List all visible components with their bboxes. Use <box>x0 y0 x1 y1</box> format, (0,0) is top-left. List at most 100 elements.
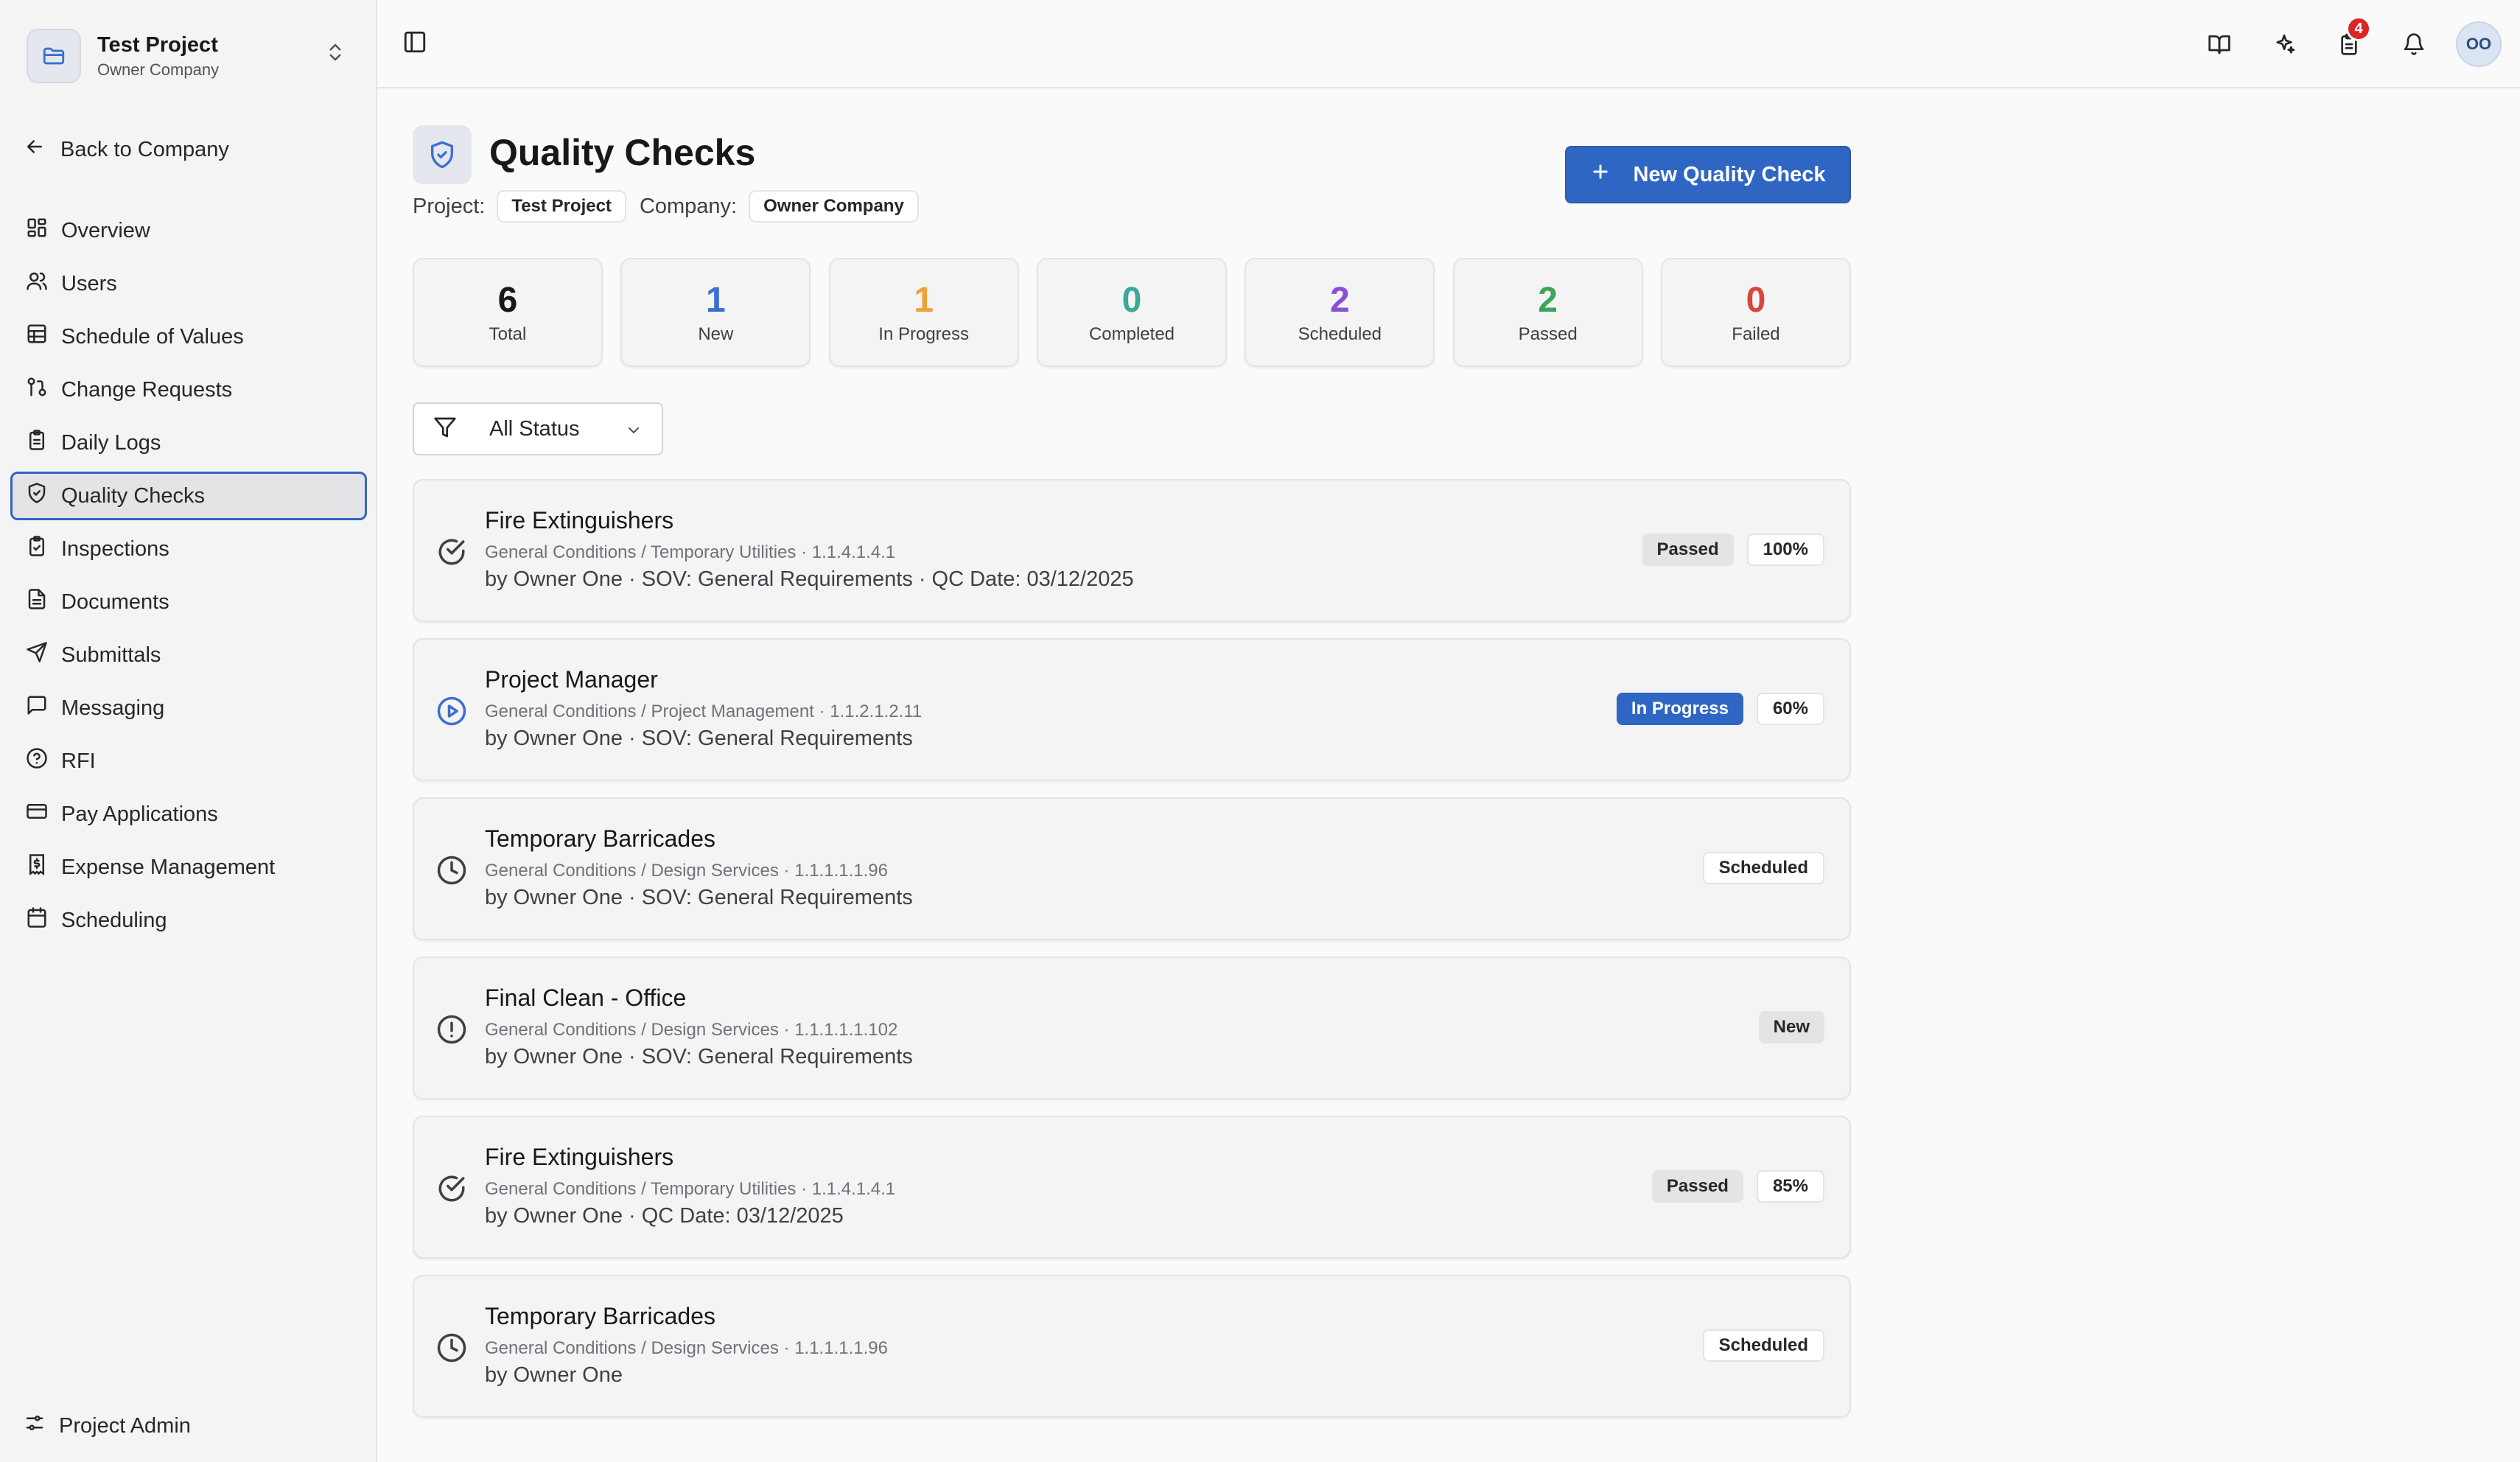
sidebar-item-label: Daily Logs <box>61 430 161 455</box>
sidebar: Test Project Owner Company Back to Compa… <box>0 0 377 1462</box>
sidebar-item-documents[interactable]: Documents <box>10 578 367 626</box>
calendar-icon <box>26 906 61 934</box>
grid-icon <box>26 217 61 245</box>
qc-path: General Conditions / Design Services · 1… <box>485 1020 898 1040</box>
qc-title: Fire Extinguishers <box>485 1144 674 1170</box>
top-icons: 4 OO <box>2178 16 2502 68</box>
status-badge: Passed <box>1651 1170 1743 1203</box>
company-chip: Owner Company <box>749 190 919 223</box>
sidebar-item-inspections[interactable]: Inspections <box>10 525 367 573</box>
sliders-icon <box>24 1412 59 1440</box>
stat-value: 6 <box>497 281 518 320</box>
status-badge: In Progress <box>1616 693 1743 725</box>
qc-title: Temporary Barricades <box>485 1303 715 1329</box>
status-filter-select[interactable]: All Status <box>413 402 663 455</box>
git-pull-icon <box>26 376 61 404</box>
avatar-button[interactable]: OO <box>2455 21 2502 68</box>
sidebar-item-daily-logs[interactable]: Daily Logs <box>10 419 367 467</box>
project-name: Test Project <box>97 33 218 57</box>
sidebar-item-expense-management[interactable]: Expense Management <box>10 843 367 892</box>
stat-label: Completed <box>1088 324 1175 344</box>
sparkles-icon[interactable] <box>2261 21 2308 68</box>
stat-label: Failed <box>1732 324 1780 344</box>
sidebar-item-users[interactable]: Users <box>10 259 367 308</box>
send-icon <box>26 641 61 669</box>
stat-value: 0 <box>1121 281 1142 320</box>
sidebar-item-submittals[interactable]: Submittals <box>10 631 367 679</box>
new-quality-check-label: New Quality Check <box>1633 162 1826 186</box>
stat-label: In Progress <box>878 324 970 344</box>
qc-status-group: Scheduled <box>1702 1329 1824 1362</box>
help-circle-icon <box>26 747 61 775</box>
qc-byline: by Owner One · SOV: General Requirements… <box>485 567 1134 591</box>
sidebar-item-schedule-of-values[interactable]: Schedule of Values <box>10 312 367 361</box>
quality-check-card[interactable]: Final Clean - Office General Conditions /… <box>413 956 1851 1099</box>
qc-byline: by Owner One <box>485 1363 623 1387</box>
page-header: Quality Checks Project: Test Project Com… <box>413 125 1851 228</box>
sidebar-item-label: Inspections <box>61 536 169 561</box>
qc-status-group: Passed 100% <box>1642 534 1824 566</box>
sidebar-item-change-requests[interactable]: Change Requests <box>10 366 367 414</box>
project-chip: Test Project <box>497 190 626 223</box>
sidebar-item-label: Schedule of Values <box>61 324 244 349</box>
stat-value: 2 <box>1329 281 1350 320</box>
sidebar-item-rfi[interactable]: RFI <box>10 737 367 786</box>
chevrons-up-down-icon <box>324 41 346 67</box>
sidebar-item-label: Overview <box>61 218 150 242</box>
message-icon <box>26 694 61 722</box>
sidebar-toggle-icon[interactable] <box>402 29 432 59</box>
project-admin-link[interactable]: Project Admin <box>24 1407 191 1444</box>
quality-check-card[interactable]: Temporary Barricades General Conditions /… <box>413 797 1851 940</box>
status-badge: New <box>1758 1011 1824 1043</box>
book-icon[interactable] <box>2196 21 2243 68</box>
quality-check-card[interactable]: Project Manager General Conditions / Proj… <box>413 638 1851 781</box>
sidebar-item-scheduling[interactable]: Scheduling <box>10 896 367 945</box>
shield-check-icon <box>413 125 472 184</box>
bell-icon[interactable] <box>2390 21 2437 68</box>
clock-icon <box>436 1332 467 1363</box>
stat-new: 1 New <box>620 258 811 367</box>
stat-passed: 2 Passed <box>1452 258 1643 367</box>
table-icon <box>26 323 61 351</box>
qc-status-group: Passed 85% <box>1651 1170 1824 1203</box>
credit-card-icon <box>26 800 61 828</box>
new-quality-check-button[interactable]: New Quality Check <box>1565 146 1851 203</box>
sidebar-item-quality-checks[interactable]: Quality Checks <box>10 472 367 520</box>
qc-path: General Conditions / Project Management … <box>485 702 923 721</box>
sidebar-item-pay-applications[interactable]: Pay Applications <box>10 790 367 839</box>
stat-label: Total <box>489 324 527 344</box>
quality-check-card[interactable]: Fire Extinguishers General Conditions / T… <box>413 479 1851 622</box>
sidebar-item-label: Change Requests <box>61 377 233 402</box>
qc-path: General Conditions / Temporary Utilities… <box>485 1179 896 1199</box>
quality-check-card[interactable]: Temporary Barricades General Conditions /… <box>413 1275 1851 1418</box>
sidebar-item-messaging[interactable]: Messaging <box>10 684 367 732</box>
stat-scheduled: 2 Scheduled <box>1245 258 1435 367</box>
sidebar-nav: Overview Users Schedule of Values Change… <box>10 206 367 949</box>
tasks-clipboard-icon[interactable]: 4 <box>2325 16 2373 68</box>
sidebar-item-label: RFI <box>61 749 96 773</box>
arrow-left-icon <box>24 136 60 164</box>
receipt-icon <box>26 853 61 881</box>
stat-total: 6 Total <box>413 258 603 367</box>
status-badge: Scheduled <box>1702 852 1824 884</box>
check-circle-icon <box>436 536 467 567</box>
avatar: OO <box>2456 21 2502 67</box>
sidebar-item-label: Users <box>61 271 117 295</box>
sidebar-item-label: Expense Management <box>61 855 276 879</box>
stat-completed: 0 Completed <box>1036 258 1227 367</box>
stat-label: Passed <box>1518 324 1578 344</box>
qc-title: Final Clean - Office <box>485 984 687 1011</box>
sidebar-item-label: Messaging <box>61 696 165 720</box>
back-to-company-label: Back to Company <box>60 137 229 161</box>
stat-in-progress: 1 In Progress <box>828 258 1019 367</box>
qc-byline: by Owner One · QC Date: 03/12/2025 <box>485 1204 844 1228</box>
back-to-company-link[interactable]: Back to Company <box>24 131 229 168</box>
qc-byline: by Owner One · SOV: General Requirements <box>485 1045 913 1068</box>
folder-icon <box>27 29 81 83</box>
sidebar-item-overview[interactable]: Overview <box>10 206 367 255</box>
play-circle-icon <box>436 696 467 727</box>
page-title: Quality Checks <box>489 132 756 173</box>
qc-status-group: New <box>1758 1011 1824 1043</box>
project-switcher[interactable]: Test Project Owner Company <box>27 27 354 85</box>
quality-check-card[interactable]: Fire Extinguishers General Conditions / T… <box>413 1116 1851 1259</box>
